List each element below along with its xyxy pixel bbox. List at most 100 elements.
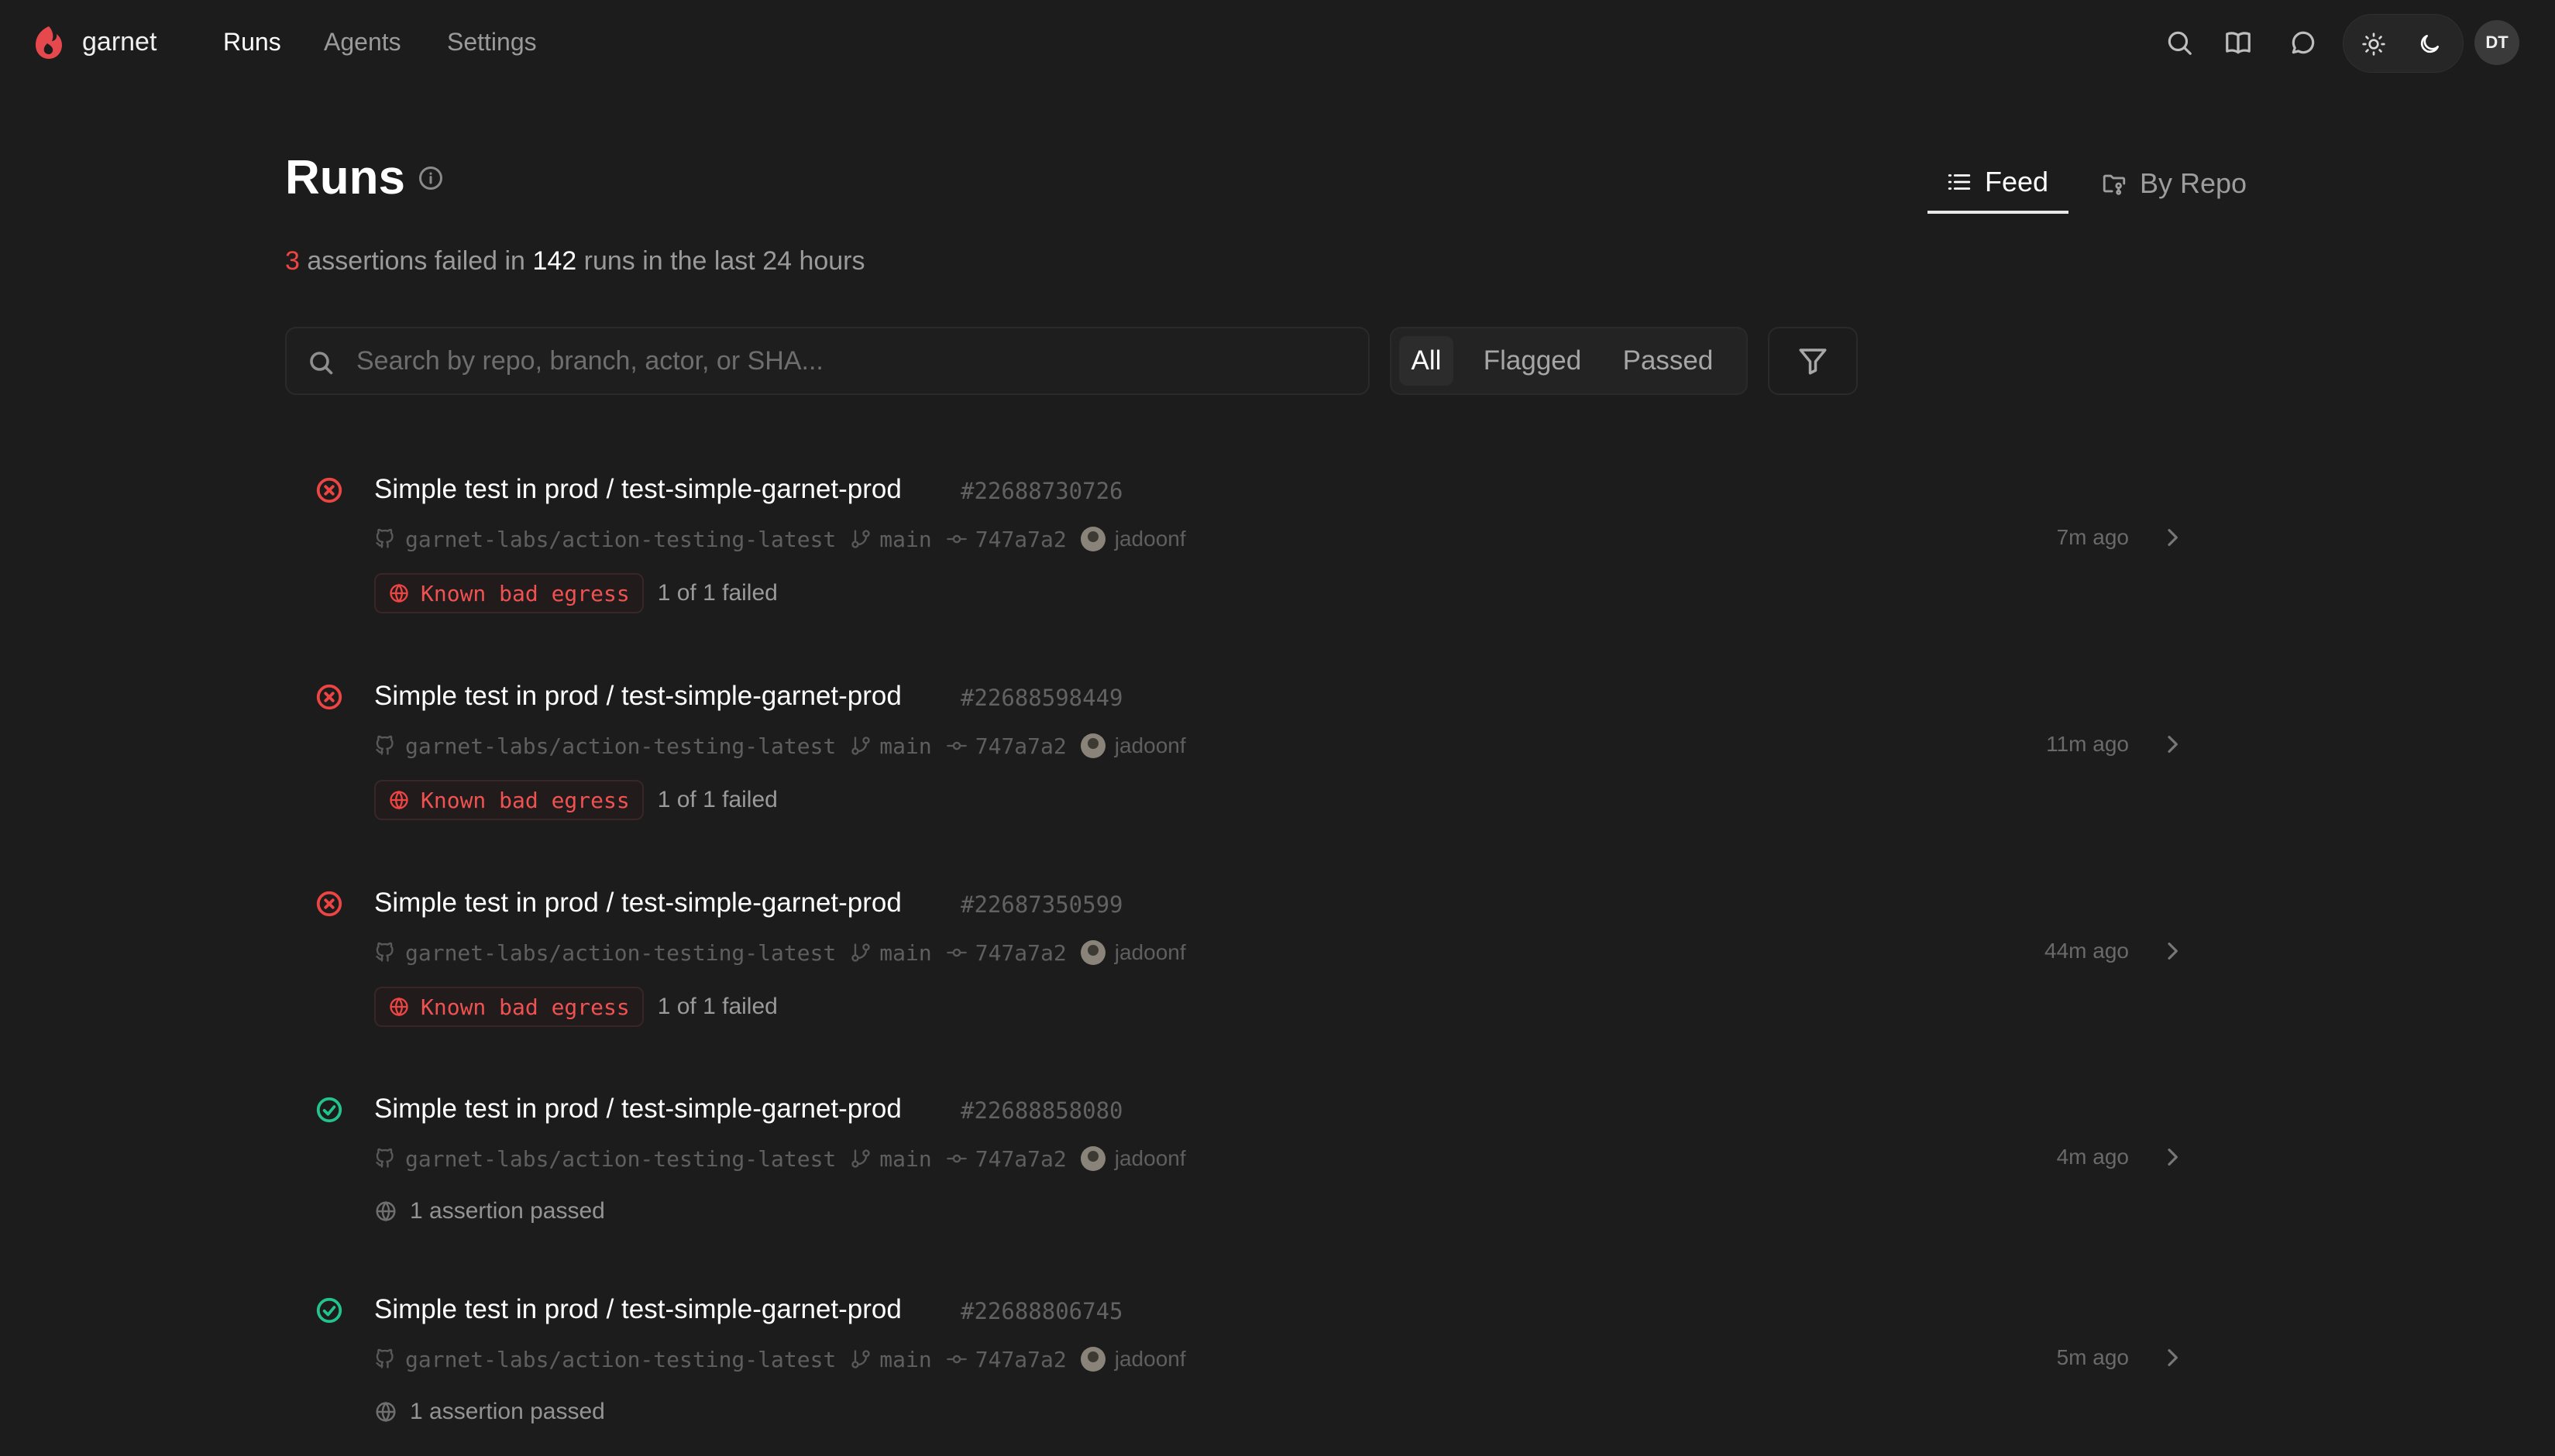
filter-passed[interactable]: Passed <box>1610 336 1726 386</box>
run-title[interactable]: Simple test in prod / test-simple-garnet… <box>374 1289 902 1330</box>
result-text: 1 assertion passed <box>410 1198 605 1224</box>
run-title[interactable]: Simple test in prod / test-simple-garnet… <box>374 883 902 923</box>
git-branch-icon <box>851 1149 870 1168</box>
actor-avatar <box>1080 1146 1106 1171</box>
tab-by-repo-label: By Repo <box>2140 167 2247 199</box>
chevron-right-icon[interactable] <box>2160 939 2185 963</box>
assertion-badge[interactable]: Known bad egress <box>374 987 644 1027</box>
chevron-right-icon[interactable] <box>2160 1345 2185 1370</box>
run-result: Known bad egress 1 of 1 failed <box>374 573 778 613</box>
run-time: 11m ago <box>2046 732 2129 756</box>
search-input[interactable] <box>356 328 1356 393</box>
filter-button[interactable] <box>1768 327 1858 395</box>
run-repo[interactable]: garnet-labs/action-testing-latest <box>405 527 836 552</box>
run-repo[interactable]: garnet-labs/action-testing-latest <box>405 1347 836 1372</box>
chevron-right-icon[interactable] <box>2160 525 2185 550</box>
page-title: Runs <box>285 151 405 204</box>
globe-icon <box>390 997 408 1017</box>
run-row[interactable]: Simple test in prod / test-simple-garnet… <box>285 883 2247 1038</box>
result-text: 1 of 1 failed <box>657 580 778 606</box>
nav-runs[interactable]: Runs <box>223 25 281 59</box>
x-circle-icon <box>315 476 344 505</box>
git-branch-icon <box>851 1350 870 1368</box>
actor-avatar <box>1080 940 1106 965</box>
run-branch[interactable]: main <box>879 1347 931 1372</box>
nav-settings[interactable]: Settings <box>447 25 537 59</box>
git-branch-icon <box>851 737 870 755</box>
run-result: Known bad egress 1 of 1 failed <box>374 987 778 1027</box>
sun-icon[interactable] <box>2354 25 2393 64</box>
run-title[interactable]: Simple test in prod / test-simple-garnet… <box>374 676 902 716</box>
git-branch-icon <box>851 943 870 962</box>
chevron-right-icon[interactable] <box>2160 732 2185 757</box>
user-avatar[interactable]: DT <box>2474 20 2519 65</box>
tab-feed[interactable]: Feed <box>1927 153 2068 214</box>
garnet-logo-icon[interactable] <box>31 23 67 62</box>
book-icon[interactable] <box>2219 23 2258 62</box>
result-text: 1 assertion passed <box>410 1399 605 1424</box>
globe-icon <box>390 790 408 810</box>
tab-by-repo[interactable]: By Repo <box>2101 153 2247 214</box>
run-branch[interactable]: main <box>879 940 931 966</box>
run-time: 44m ago <box>2044 939 2129 963</box>
run-actor[interactable]: jadoonf <box>1115 1347 1186 1372</box>
run-sha[interactable]: 747a7a2 <box>975 527 1067 552</box>
run-repo[interactable]: garnet-labs/action-testing-latest <box>405 1146 836 1172</box>
run-row[interactable]: Simple test in prod / test-simple-garnet… <box>285 1089 2247 1244</box>
run-id: #22688806745 <box>961 1298 1123 1324</box>
run-repo[interactable]: garnet-labs/action-testing-latest <box>405 940 836 966</box>
globe-icon <box>376 1401 396 1423</box>
check-circle-icon <box>315 1095 344 1125</box>
github-icon <box>376 1148 394 1168</box>
globe-icon <box>390 583 408 603</box>
theme-toggle <box>2343 14 2464 73</box>
filter-flagged[interactable]: Flagged <box>1478 336 1587 386</box>
info-icon[interactable] <box>417 164 445 192</box>
run-repo[interactable]: garnet-labs/action-testing-latest <box>405 733 836 759</box>
check-circle-icon <box>315 1296 344 1325</box>
actor-avatar <box>1080 527 1106 551</box>
git-commit-icon <box>946 1355 967 1364</box>
run-row[interactable]: Simple test in prod / test-simple-garnet… <box>285 676 2247 831</box>
status-filter: All Flagged Passed <box>1390 327 1748 395</box>
run-branch[interactable]: main <box>879 733 931 759</box>
run-actor[interactable]: jadoonf <box>1115 1146 1186 1171</box>
result-text: 1 of 1 failed <box>657 787 778 812</box>
chat-icon[interactable] <box>2284 23 2323 62</box>
run-title[interactable]: Simple test in prod / test-simple-garnet… <box>374 1089 902 1129</box>
run-row[interactable]: Simple test in prod / test-simple-garnet… <box>285 469 2247 624</box>
brand-name[interactable]: garnet <box>82 25 156 59</box>
search-icon[interactable] <box>2160 23 2199 62</box>
git-commit-icon <box>946 741 967 750</box>
badge-label: Known bad egress <box>421 580 630 606</box>
github-icon <box>376 1348 394 1368</box>
assertion-badge[interactable]: Known bad egress <box>374 780 644 820</box>
list-icon <box>1948 174 1971 190</box>
chevron-right-icon[interactable] <box>2160 1145 2185 1169</box>
run-title[interactable]: Simple test in prod / test-simple-garnet… <box>374 469 902 510</box>
run-branch[interactable]: main <box>879 527 931 552</box>
run-branch[interactable]: main <box>879 1146 931 1172</box>
badge-label: Known bad egress <box>421 787 630 813</box>
run-sha[interactable]: 747a7a2 <box>975 940 1067 966</box>
run-actor[interactable]: jadoonf <box>1115 940 1186 965</box>
run-time: 4m ago <box>2056 1145 2129 1169</box>
top-nav: garnet Runs Agents Settings DT <box>0 0 2555 85</box>
nav-agents[interactable]: Agents <box>324 25 401 59</box>
run-actor[interactable]: jadoonf <box>1115 527 1186 551</box>
github-icon <box>376 528 394 548</box>
run-meta: garnet-labs/action-testing-latest main 747… <box>374 1143 1186 1174</box>
filter-icon <box>1799 349 1827 375</box>
run-sha[interactable]: 747a7a2 <box>975 1146 1067 1172</box>
actor-avatar <box>1080 1347 1106 1372</box>
moon-icon[interactable] <box>2410 25 2449 64</box>
run-row[interactable]: Simple test in prod / test-simple-garnet… <box>285 1289 2247 1444</box>
assertion-badge[interactable]: Known bad egress <box>374 573 644 613</box>
run-actor[interactable]: jadoonf <box>1115 733 1186 758</box>
filter-all[interactable]: All <box>1399 336 1453 386</box>
run-sha[interactable]: 747a7a2 <box>975 733 1067 759</box>
run-sha[interactable]: 747a7a2 <box>975 1347 1067 1372</box>
run-time: 7m ago <box>2056 525 2129 549</box>
run-meta: garnet-labs/action-testing-latest main 747… <box>374 937 1186 968</box>
git-commit-icon <box>946 948 967 957</box>
